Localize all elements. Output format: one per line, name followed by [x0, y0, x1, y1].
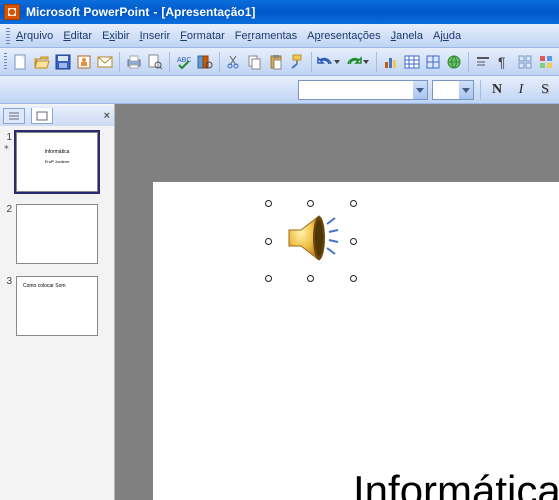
outline-tab[interactable] — [3, 108, 25, 124]
menu-ajuda[interactable]: Ajuda — [433, 30, 461, 42]
chevron-down-icon[interactable] — [413, 81, 427, 99]
slide-canvas[interactable]: Informática ProfªJucilene — [115, 104, 559, 500]
workspace: × 1 ✶ Informática Profª Jucilene 2 3 — [0, 104, 559, 500]
tables-borders-button[interactable] — [424, 51, 442, 73]
permission-button[interactable] — [75, 51, 93, 73]
svg-text:ABC: ABC — [177, 57, 191, 64]
format-painter-button[interactable] — [288, 51, 306, 73]
resize-handle-s[interactable] — [307, 275, 314, 282]
svg-text:¶: ¶ — [498, 54, 506, 70]
toolbar-sep-6 — [468, 52, 469, 72]
slide-number-1: 1 — [2, 132, 12, 143]
shadow-button[interactable]: S — [535, 80, 555, 100]
menu-ferramentas[interactable]: Ferramentas — [235, 30, 297, 42]
thumbnails: 1 ✶ Informática Profª Jucilene 2 3 Como … — [0, 126, 114, 342]
grid-button[interactable] — [516, 51, 534, 73]
resize-handle-n[interactable] — [307, 200, 314, 207]
slides-panel: × 1 ✶ Informática Profª Jucilene 2 3 — [0, 104, 115, 500]
copy-button[interactable] — [246, 51, 264, 73]
powerpoint-icon — [4, 4, 20, 20]
cut-button[interactable] — [225, 51, 243, 73]
menu-janela[interactable]: Janela — [391, 30, 423, 42]
menu-arquivo[interactable]: Arquivo — [16, 30, 53, 42]
color-button[interactable] — [537, 51, 555, 73]
panel-close-button[interactable]: × — [104, 110, 110, 122]
resize-handle-w[interactable] — [265, 238, 272, 245]
save-button[interactable] — [54, 51, 72, 73]
toolbar-sep-5 — [376, 52, 377, 72]
resize-handle-ne[interactable] — [350, 200, 357, 207]
resize-handle-se[interactable] — [350, 275, 357, 282]
slide-number-2: 2 — [2, 204, 12, 215]
open-button[interactable] — [33, 51, 51, 73]
redo-button[interactable] — [345, 51, 371, 73]
speaker-icon[interactable] — [283, 210, 339, 266]
insert-chart-button[interactable] — [382, 51, 400, 73]
slide-title[interactable]: Informática — [353, 467, 559, 500]
title-sep: - — [153, 5, 157, 19]
slide-thumbnail-3[interactable]: Como colocar Som — [16, 276, 98, 336]
new-button[interactable] — [12, 51, 30, 73]
toolbar-grip[interactable] — [4, 53, 7, 71]
insert-hyperlink-button[interactable] — [445, 51, 463, 73]
paste-button[interactable] — [267, 51, 285, 73]
slide-number-3: 3 — [2, 276, 12, 287]
menu-exibir[interactable]: Exibir — [102, 30, 130, 42]
email-button[interactable] — [96, 51, 114, 73]
thumbnail-row-1: 1 ✶ Informática Profª Jucilene — [2, 132, 112, 192]
research-button[interactable] — [196, 51, 214, 73]
menu-inserir[interactable]: Inserir — [140, 30, 171, 42]
panel-tabs: × — [0, 106, 114, 126]
spellcheck-button[interactable]: ABC — [175, 51, 193, 73]
bold-button[interactable]: N — [487, 80, 507, 100]
print-button[interactable] — [125, 51, 143, 73]
slide-thumbnail-1[interactable]: Informática Profª Jucilene — [16, 132, 98, 192]
resize-handle-sw[interactable] — [265, 275, 272, 282]
insert-table-button[interactable] — [403, 51, 421, 73]
titlebar: Microsoft PowerPoint - [Apresentação1] — [0, 0, 559, 24]
doc-name: [Apresentação1] — [161, 5, 255, 19]
print-preview-button[interactable] — [146, 51, 164, 73]
app-name: Microsoft PowerPoint — [26, 5, 149, 19]
thumbnail-row-2: 2 — [2, 204, 112, 264]
resize-handle-nw[interactable] — [265, 200, 272, 207]
formatting-toolbar: N I S — [0, 76, 559, 104]
expand-all-button[interactable] — [474, 51, 492, 73]
thumbnail-row-3: 3 Como colocar Som — [2, 276, 112, 336]
menu-formatar[interactable]: Formatar — [180, 30, 225, 42]
menubar-grip[interactable] — [6, 28, 10, 44]
slide-thumbnail-2[interactable] — [16, 204, 98, 264]
animation-star-icon: ✶ — [3, 143, 12, 152]
menu-apresentacoes[interactable]: Apresentações — [307, 30, 380, 42]
toolbar-sep-4 — [311, 52, 312, 72]
menubar: Arquivo Editar Exibir Inserir Formatar F… — [0, 24, 559, 48]
toolbar-sep-3 — [219, 52, 220, 72]
show-formatting-button[interactable]: ¶ — [495, 51, 513, 73]
italic-button[interactable]: I — [511, 80, 531, 100]
undo-button[interactable] — [316, 51, 342, 73]
toolbar-sep-1 — [119, 52, 120, 72]
sound-object-selection[interactable] — [265, 200, 357, 282]
slides-tab[interactable] — [31, 108, 53, 124]
menu-editar[interactable]: Editar — [63, 30, 92, 42]
font-name-combo[interactable] — [298, 80, 428, 100]
font-size-combo[interactable] — [432, 80, 474, 100]
toolbar-sep-2 — [169, 52, 170, 72]
resize-handle-e[interactable] — [350, 238, 357, 245]
standard-toolbar: ABC ¶ — [0, 48, 559, 76]
fmt-sep — [480, 80, 481, 100]
chevron-down-icon[interactable] — [459, 81, 473, 99]
